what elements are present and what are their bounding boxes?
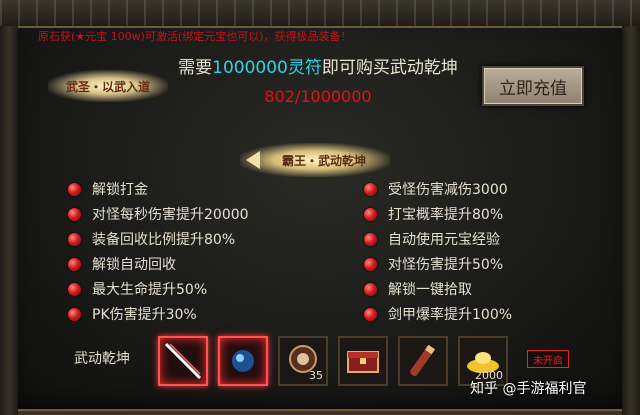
benefit-text: 自动使用元宝经验 — [388, 232, 500, 248]
tier-badge-label: 霸王・武动乾坤 — [281, 153, 366, 168]
benefit-text: 对怪每秒伤害提升20000 — [92, 207, 249, 223]
benefit-right-3: 自动使用元宝经验 — [364, 228, 500, 250]
recharge-button[interactable]: 立即充值 — [482, 66, 584, 106]
benefit-left-5: 最大生命提升50% — [68, 278, 207, 300]
arrow-left-icon — [246, 151, 260, 169]
red-dot-icon — [364, 232, 377, 246]
item-slot-medal[interactable]: 35 — [278, 336, 328, 386]
benefit-text: 解锁一键拾取 — [388, 282, 472, 298]
watermark: 知乎 @手游福利官 — [470, 381, 587, 397]
benefit-text: 装备回收比例提升80% — [92, 232, 236, 248]
title-badge-label: 武圣・以武入道 — [65, 79, 150, 94]
item-slot-sword[interactable] — [158, 336, 208, 386]
red-dot-icon — [364, 257, 377, 271]
item-slot-scroll[interactable] — [398, 336, 448, 386]
scroll-icon — [410, 344, 436, 377]
left-pillar — [0, 26, 18, 415]
orb-icon — [232, 350, 254, 372]
purchase-headline: 需要1000000灵符即可购买武动乾坤 — [168, 53, 468, 78]
benefit-text: PK伤害提升30% — [92, 307, 197, 323]
item-slot-orb[interactable] — [218, 336, 268, 386]
red-dot-icon — [364, 282, 377, 296]
benefit-right-6: 剑甲爆率提升100% — [364, 303, 512, 325]
red-dot-icon — [68, 307, 81, 321]
items-label: 武动乾坤 — [74, 351, 130, 367]
red-dot-icon — [364, 182, 377, 196]
top-notice: 原石获(★元宝 100w)可激活(绑定元宝也可以)，获得极品装备！ — [38, 30, 352, 43]
red-dot-icon — [68, 282, 81, 296]
red-dot-icon — [68, 232, 81, 246]
item-count: 35 — [309, 369, 323, 382]
top-border — [0, 0, 640, 28]
red-dot-icon — [364, 307, 377, 321]
title-badge: 武圣・以武入道 — [48, 70, 168, 102]
benefit-right-4: 对怪伤害提升50% — [364, 253, 503, 275]
benefit-left-6: PK伤害提升30% — [68, 303, 197, 325]
benefit-text: 打宝概率提升80% — [388, 207, 504, 223]
benefit-text: 解锁自动回收 — [92, 257, 176, 273]
benefit-right-1: 受怪伤害减伤3000 — [364, 178, 508, 200]
sword-icon — [164, 342, 202, 380]
headline-amount: 1000000灵符 — [212, 58, 322, 78]
benefit-text: 受怪伤害减伤3000 — [388, 182, 508, 198]
treasure-chest-icon — [347, 351, 379, 373]
red-dot-icon — [364, 207, 377, 221]
benefit-left-1: 解锁打金 — [68, 178, 148, 200]
benefit-text: 解锁打金 — [92, 182, 148, 198]
right-pillar — [622, 26, 640, 415]
red-dot-icon — [68, 207, 81, 221]
item-slot-chest[interactable] — [338, 336, 388, 386]
progress-readout: 802/1000000 — [264, 87, 372, 106]
benefit-left-3: 装备回收比例提升80% — [68, 228, 235, 250]
red-dot-icon — [68, 257, 81, 271]
benefit-text: 剑甲爆率提升100% — [388, 307, 513, 323]
benefit-left-4: 解锁自动回收 — [68, 253, 176, 275]
benefit-text: 最大生命提升50% — [92, 282, 208, 298]
benefit-left-2: 对怪每秒伤害提升20000 — [68, 203, 249, 225]
headline-prefix: 需要 — [178, 58, 213, 78]
benefit-right-5: 解锁一键拾取 — [364, 278, 472, 300]
red-dot-icon — [68, 182, 81, 196]
benefit-right-2: 打宝概率提升80% — [364, 203, 503, 225]
locked-tag: 未开启 — [527, 350, 569, 368]
benefit-text: 对怪伤害提升50% — [388, 257, 504, 273]
benefits-panel: 解锁打金 对怪每秒伤害提升20000 装备回收比例提升80% 解锁自动回收 最大… — [54, 173, 594, 333]
headline-suffix: 即可购买武动乾坤 — [321, 58, 458, 78]
tier-badge: 霸王・武动乾坤 — [240, 143, 390, 177]
